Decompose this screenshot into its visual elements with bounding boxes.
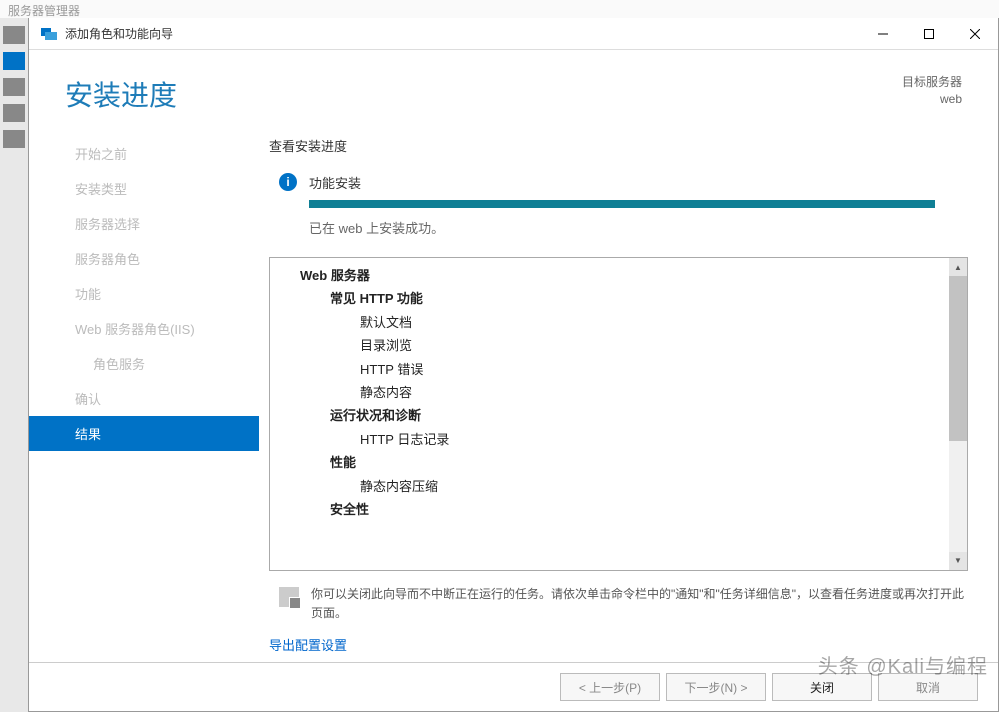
info-icon: i (279, 173, 297, 191)
target-server-name: web (902, 91, 962, 108)
content-area: 查看安装进度 i 功能安装 已在 web 上安装成功。 Web 服务器常见 HT… (259, 136, 998, 662)
feature-item: 安全性 (300, 498, 949, 521)
feature-item: HTTP 错误 (300, 358, 949, 381)
window-close-button[interactable] (952, 18, 998, 50)
server-manager-sidebar (0, 18, 28, 712)
feature-item: 常见 HTTP 功能 (300, 287, 949, 310)
feature-item: 静态内容压缩 (300, 475, 949, 498)
scroll-up-button[interactable]: ▲ (949, 258, 967, 276)
page-title: 安装进度 (65, 74, 177, 114)
header: 安装进度 目标服务器 web (29, 50, 998, 124)
feature-item: 默认文档 (300, 311, 949, 334)
nav-step-7: 确认 (65, 381, 259, 416)
export-config-link[interactable]: 导出配置设置 (269, 633, 968, 662)
progress-bar (309, 200, 935, 208)
wizard-body: 开始之前安装类型服务器选择服务器角色功能Web 服务器角色(IIS)角色服务确认… (29, 124, 998, 662)
status-label: 功能安装 (309, 173, 968, 192)
sidebar-stub-icon (3, 26, 25, 44)
previous-button[interactable]: < 上一步(P) (560, 673, 660, 701)
content-heading: 查看安装进度 (269, 136, 968, 155)
sidebar-stub-icon (3, 52, 25, 70)
flag-icon (279, 587, 299, 607)
nav-step-8[interactable]: 结果 (29, 416, 259, 451)
close-button[interactable]: 关闭 (772, 673, 872, 701)
scroll-thumb[interactable] (949, 276, 967, 441)
note-text: 你可以关闭此向导而不中断正在运行的任务。请依次单击命令栏中的"通知"和"任务详细… (311, 585, 968, 623)
installed-features-list[interactable]: Web 服务器常见 HTTP 功能默认文档目录浏览HTTP 错误静态内容运行状况… (270, 258, 949, 570)
dialog-title: 添加角色和功能向导 (65, 25, 173, 42)
next-button[interactable]: 下一步(N) > (666, 673, 766, 701)
sidebar-stub-icon (3, 78, 25, 96)
nav-step-4: 功能 (65, 276, 259, 311)
maximize-button[interactable] (906, 18, 952, 50)
target-server-info: 目标服务器 web (902, 74, 962, 108)
target-server-label: 目标服务器 (902, 74, 962, 91)
status-message: 已在 web 上安装成功。 (309, 218, 968, 237)
server-manager-icon (41, 26, 57, 42)
status-row: i 功能安装 已在 web 上安装成功。 (269, 173, 968, 237)
nav-step-1: 安装类型 (65, 171, 259, 206)
feature-item: 运行状况和诊断 (300, 404, 949, 427)
minimize-button[interactable] (860, 18, 906, 50)
feature-item: 目录浏览 (300, 334, 949, 357)
cancel-button[interactable]: 取消 (878, 673, 978, 701)
installed-features-box: Web 服务器常见 HTTP 功能默认文档目录浏览HTTP 错误静态内容运行状况… (269, 257, 968, 571)
feature-item: HTTP 日志记录 (300, 428, 949, 451)
scroll-down-button[interactable]: ▼ (949, 552, 967, 570)
scrollbar[interactable]: ▲ ▼ (949, 258, 967, 570)
wizard-nav: 开始之前安装类型服务器选择服务器角色功能Web 服务器角色(IIS)角色服务确认… (29, 136, 259, 662)
nav-step-5: Web 服务器角色(IIS) (65, 311, 259, 346)
nav-step-3: 服务器角色 (65, 241, 259, 276)
footer: < 上一步(P) 下一步(N) > 关闭 取消 (29, 662, 998, 711)
wizard-dialog: 添加角色和功能向导 安装进度 目标服务器 web 开始之前安装类型服务器选择服务… (28, 18, 999, 712)
feature-item: 静态内容 (300, 381, 949, 404)
nav-step-0: 开始之前 (65, 136, 259, 171)
titlebar: 添加角色和功能向导 (29, 18, 998, 50)
feature-item: 性能 (300, 451, 949, 474)
window-controls (860, 18, 998, 50)
sidebar-stub-icon (3, 130, 25, 148)
sidebar-stub-icon (3, 104, 25, 122)
nav-step-6: 角色服务 (65, 346, 259, 381)
note-row: 你可以关闭此向导而不中断正在运行的任务。请依次单击命令栏中的"通知"和"任务详细… (269, 581, 968, 633)
feature-item: Web 服务器 (300, 264, 949, 287)
progress-fill (309, 200, 935, 208)
nav-step-2: 服务器选择 (65, 206, 259, 241)
